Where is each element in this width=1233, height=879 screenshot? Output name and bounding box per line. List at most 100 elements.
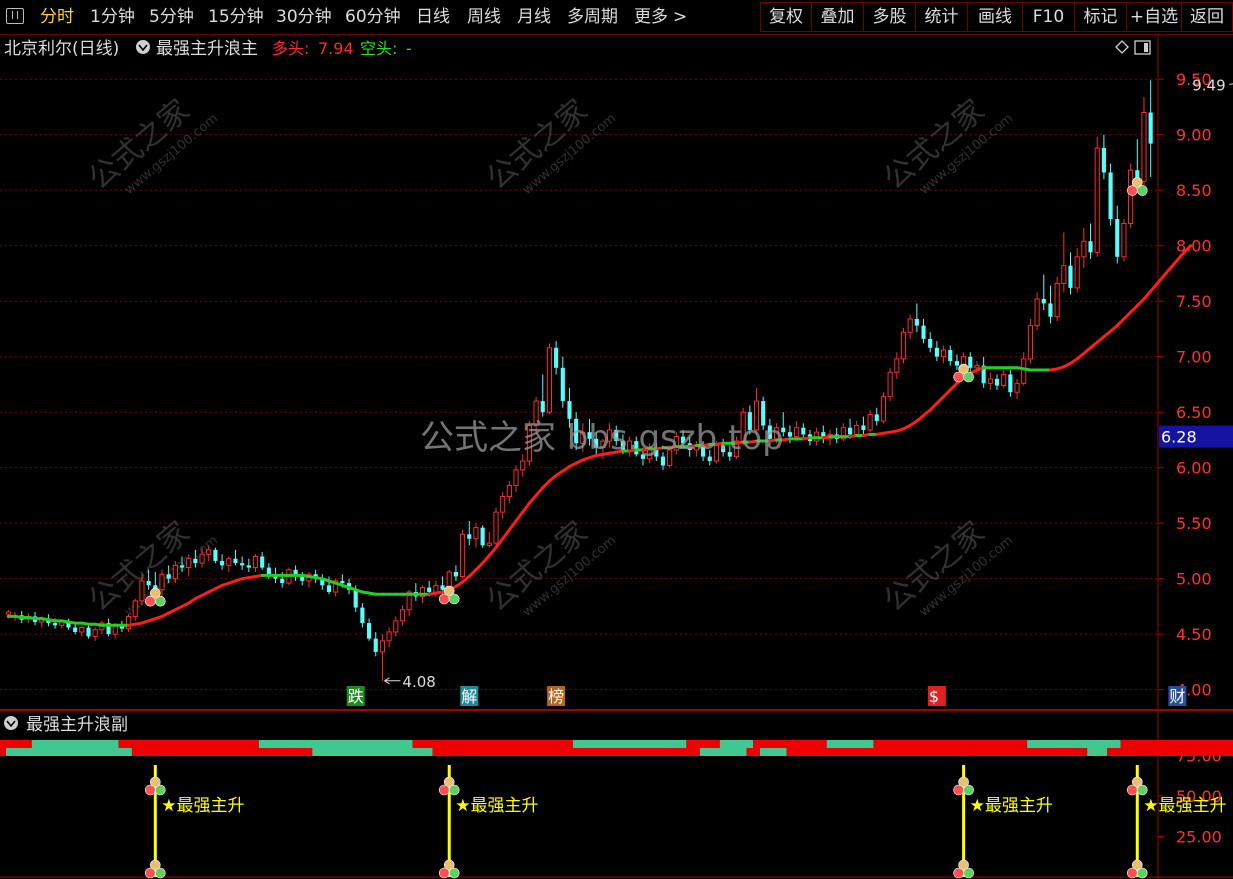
candle-body [1101,148,1106,173]
ball-left [953,371,964,383]
ball-left [145,595,156,607]
tab-daily[interactable]: 日线 [416,4,450,30]
candle-body [179,565,185,568]
candle-body [1088,241,1093,253]
candle-body [941,349,947,358]
candle-body [987,378,993,384]
state-bar-top [5,740,32,748]
ball-right [1136,185,1148,196]
multi-stock-button[interactable]: 多股 [863,2,916,32]
state-bar-top [31,740,119,748]
ball-right [963,371,974,383]
candle-body [900,331,907,360]
state-bar-top [1027,740,1121,748]
restore-rights-button[interactable]: 复权 [760,2,812,32]
ball-right [155,867,166,879]
state-bar-bottom [1087,748,1108,756]
tab-intraday[interactable]: 分时 [40,4,74,30]
chart-area: 公式之家www.gszj100.com 公式之家www.gszj100.com 公式… [0,35,1233,879]
tab-multi-period[interactable]: 多周期 [567,4,618,30]
candle-body [86,627,91,637]
candle-body [233,558,238,564]
candle-body [880,396,887,422]
candle-body [386,631,392,642]
add-watchlist-button[interactable]: +自选 [1126,2,1182,32]
candle-body [1121,222,1127,258]
state-bar-top [1120,740,1233,748]
ball-left [145,867,156,879]
candle-body [1048,303,1053,317]
tab-1min[interactable]: 1分钟 [90,4,135,30]
candle-body [540,401,545,413]
f10-button[interactable]: F10 [1022,2,1075,32]
statistics-button[interactable]: 统计 [915,2,968,32]
tab-15min[interactable]: 15分钟 [208,4,264,30]
state-bar-top [412,740,573,748]
candle-body [460,533,466,577]
candle-body [379,640,386,653]
candle-body [199,553,205,564]
state-bar-top [753,740,827,748]
bear-value: - [406,39,412,58]
candle-body [1115,219,1120,257]
state-bar-top [258,740,413,748]
candle-body [246,565,251,568]
tab-weekly[interactable]: 周线 [467,4,501,30]
y-tick-label: 6.00 [1176,459,1212,478]
candle-body [360,607,365,624]
sub-collapse-icon[interactable] [4,716,18,730]
candle-body [427,587,432,593]
ball-right [448,593,460,605]
candle-body [1148,112,1153,144]
panel-toggle-icon[interactable] [6,8,24,24]
state-bar-bottom [746,748,760,756]
candle-body [1034,298,1040,327]
candle-body [513,469,519,486]
chevron-right-icon[interactable]: > [673,4,687,30]
candle-body [79,627,85,633]
candle-body [1021,358,1027,384]
state-bar-edge [0,740,6,756]
ball-left [1126,867,1138,879]
back-button[interactable]: 返回 [1181,2,1233,32]
candle-body [266,567,271,575]
collapse-icon[interactable] [136,40,150,54]
y-tick-label: 8.50 [1176,181,1212,200]
ball-right [155,595,166,607]
candle-body [787,432,792,437]
tab-5min[interactable]: 5分钟 [149,4,194,30]
candle-body [280,578,285,584]
sub-y-tick-label: 25.00 [1176,828,1222,847]
bull-label: 多头: [272,39,309,58]
candle-body [887,371,893,398]
state-bar-top [572,740,687,748]
candle-body [1054,282,1060,318]
tab-monthly[interactable]: 月线 [517,4,551,30]
mark-button[interactable]: 标记 [1074,2,1127,32]
event-marker-label: 跌 [348,687,364,706]
overlay-button[interactable]: 叠加 [811,2,864,32]
candle-body [252,555,259,569]
candle-body [907,318,913,333]
candle-body [139,580,145,602]
ball-right [1136,784,1148,796]
candle-body [393,620,399,633]
candle-body [954,361,960,366]
tab-60min[interactable]: 60分钟 [345,4,401,30]
state-bar-top [719,740,754,748]
tab-more[interactable]: 更多 [634,4,668,30]
candle-body [399,609,406,622]
draw-line-button[interactable]: 画线 [967,2,1023,32]
candle-body [1061,265,1067,284]
y-tick-label: 6.50 [1176,403,1212,422]
signal-label: ★最强主升 [1143,796,1226,816]
tab-30min[interactable]: 30分钟 [276,4,332,30]
candle-body [193,558,198,564]
candle-body [453,572,458,577]
ball-right [963,784,974,796]
y-tick-label: 9.00 [1176,126,1212,145]
candle-body [92,629,98,637]
candle-body [433,584,439,593]
period-toolbar: 分时 1分钟 5分钟 15分钟 30分钟 60分钟 日线 周线 月线 多周期 更… [0,0,1233,35]
candle-body [220,560,225,566]
